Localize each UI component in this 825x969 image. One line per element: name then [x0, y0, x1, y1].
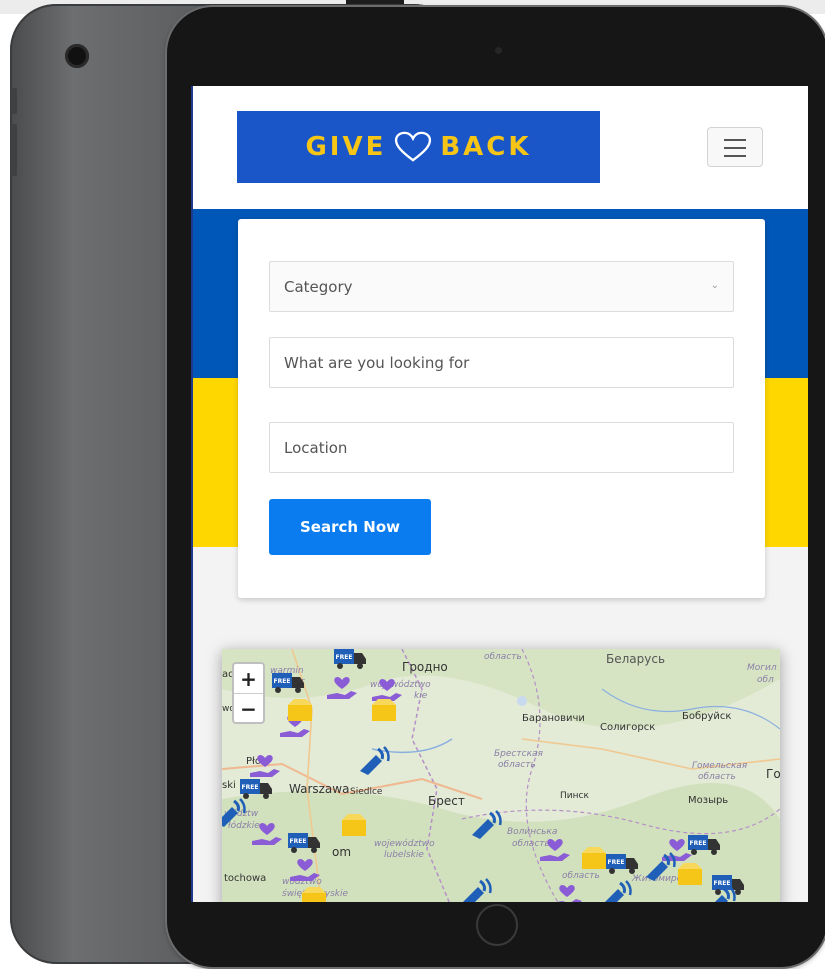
free-delivery-marker-icon — [240, 779, 272, 799]
hamburger-icon-line — [724, 139, 746, 141]
box-marker-icon — [302, 887, 326, 902]
waving-hand-marker-icon — [358, 745, 390, 777]
box-marker-icon — [342, 814, 366, 836]
tablet-screen: GIVE BACK Category ⌄ What are you lookin… — [191, 86, 808, 902]
free-delivery-marker-icon — [606, 854, 638, 874]
waving-hand-marker-icon — [600, 879, 632, 902]
location-input[interactable]: Location — [269, 422, 734, 473]
donation-hand-marker-icon — [250, 754, 280, 777]
donation-hand-marker-icon — [290, 858, 320, 881]
free-delivery-marker-icon — [688, 835, 720, 855]
home-button[interactable] — [476, 904, 518, 946]
search-query-placeholder: What are you looking for — [284, 353, 470, 372]
waving-hand-marker-icon — [460, 877, 492, 902]
map-zoom-control: + − — [232, 662, 265, 724]
mute-switch — [11, 88, 17, 114]
scene: GIVE BACK Category ⌄ What are you lookin… — [0, 0, 825, 969]
free-delivery-marker-icon — [334, 649, 366, 669]
box-marker-icon — [288, 699, 312, 721]
box-marker-icon — [678, 863, 702, 885]
free-delivery-marker-icon — [288, 833, 320, 853]
search-query-input[interactable]: What are you looking for — [269, 337, 734, 388]
category-select-value: Category — [284, 277, 353, 296]
search-now-button[interactable]: Search Now — [269, 499, 431, 555]
hamburger-icon-line — [724, 147, 746, 149]
search-card: Category ⌄ What are you looking for Loca… — [238, 219, 765, 598]
free-delivery-marker-icon — [272, 673, 304, 693]
map-view[interactable]: Гродно область Беларусь Могил обл Барано… — [222, 649, 780, 902]
rear-camera-icon — [65, 44, 89, 68]
donation-hand-marker-icon — [327, 676, 357, 699]
volume-button — [11, 124, 17, 176]
heart-icon — [395, 131, 432, 162]
hamburger-menu-button[interactable] — [707, 127, 763, 167]
donation-hand-marker-icon — [252, 822, 282, 845]
hamburger-icon-line — [724, 155, 746, 157]
zoom-in-button[interactable]: + — [234, 664, 263, 693]
zoom-out-button[interactable]: − — [234, 693, 263, 723]
box-marker-icon — [372, 699, 396, 721]
waving-hand-marker-icon — [470, 809, 502, 841]
chevron-down-icon: ⌄ — [710, 280, 719, 291]
donation-hand-marker-icon — [552, 884, 582, 902]
site-logo[interactable]: GIVE BACK — [237, 111, 600, 183]
waving-hand-marker-icon — [222, 797, 246, 829]
navbar: GIVE BACK — [193, 86, 808, 209]
category-select[interactable]: Category ⌄ — [269, 261, 734, 312]
map-markers: FREE — [222, 649, 744, 902]
location-placeholder: Location — [284, 438, 348, 457]
front-camera-icon — [495, 47, 502, 54]
logo-word-give: GIVE — [305, 132, 387, 162]
donation-hand-marker-icon — [540, 838, 570, 861]
box-marker-icon — [582, 847, 606, 869]
search-now-label: Search Now — [299, 518, 400, 536]
donation-hand-marker-icon — [372, 678, 402, 701]
logo-word-back: BACK — [440, 132, 532, 162]
